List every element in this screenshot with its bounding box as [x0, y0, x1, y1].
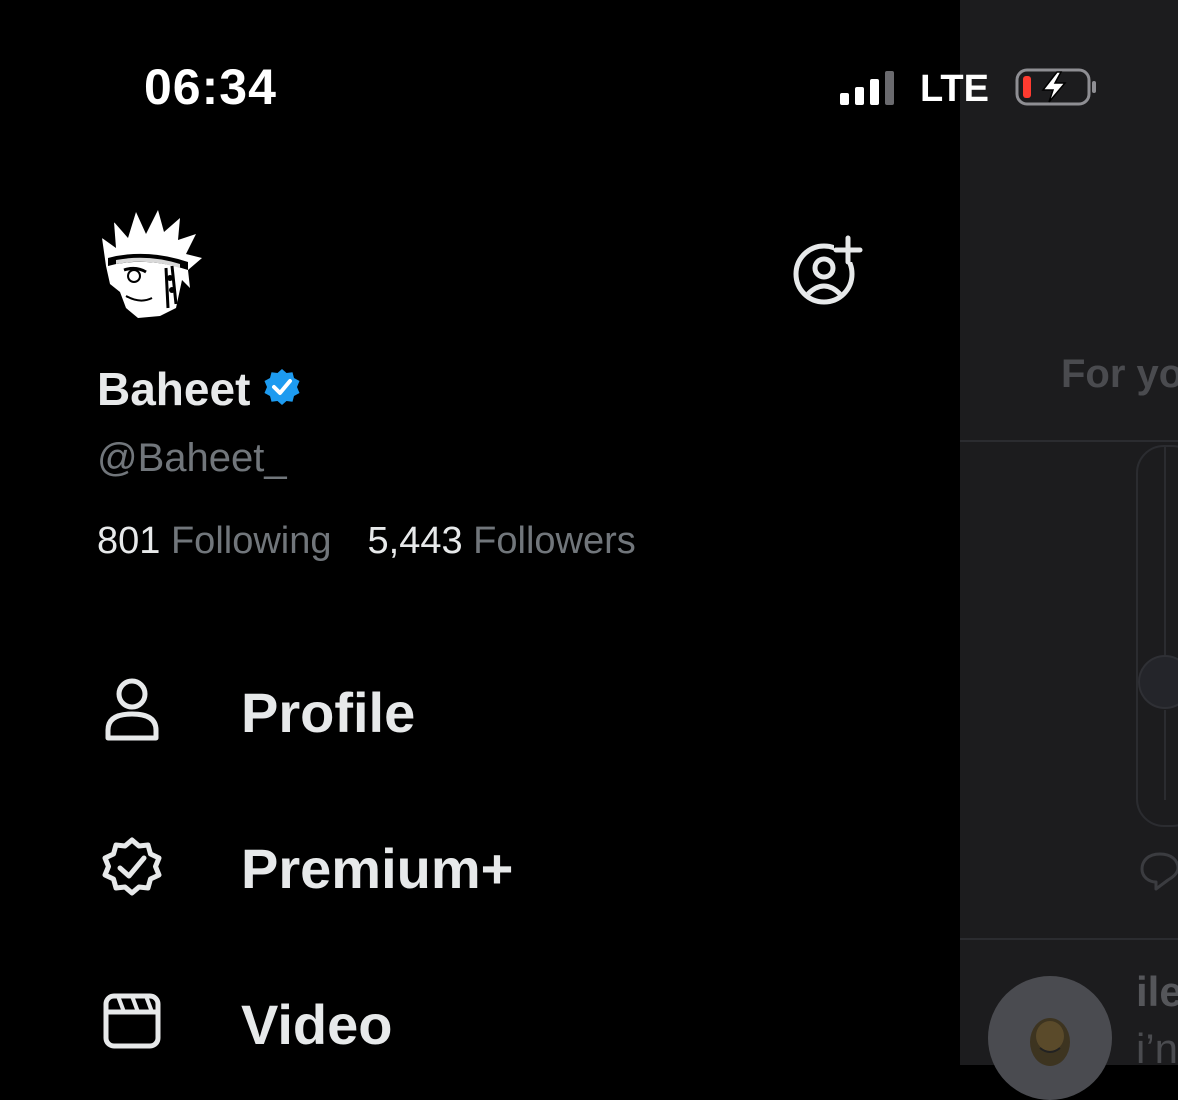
post-text: i’n	[1136, 1025, 1178, 1072]
side-drawer: 06:34 LTE Baheet @Baheet_ 801 Following …	[0, 0, 1096, 1065]
status-indicators: LTE	[838, 66, 1099, 113]
following-label: Following	[170, 520, 332, 562]
menu-item-premium[interactable]: Premium+	[96, 830, 513, 902]
profile-name-row[interactable]: Baheet	[97, 362, 302, 416]
divider	[960, 938, 1178, 940]
profile-name[interactable]: Baheet	[97, 362, 250, 416]
video-clapper-icon	[96, 986, 168, 1058]
following-count: 801	[97, 520, 161, 562]
status-time: 06:34	[144, 59, 277, 115]
reply-icon[interactable]	[1138, 848, 1178, 897]
add-account-icon[interactable]	[790, 234, 866, 310]
background-feed[interactable]: For yo ile i’n	[960, 0, 1178, 1100]
post-author-name: ile	[1136, 968, 1178, 1015]
divider	[960, 440, 1178, 442]
avatar[interactable]	[96, 208, 208, 320]
post-media-card[interactable]	[1136, 445, 1178, 827]
network-type: LTE	[920, 68, 989, 110]
following-link[interactable]: 801 Following	[97, 520, 332, 563]
verified-badge-icon	[96, 830, 168, 902]
thread-line	[1164, 710, 1166, 800]
menu-item-profile[interactable]: Profile	[96, 672, 415, 744]
verified-badge-icon	[262, 367, 302, 412]
menu-item-label: Premium+	[241, 837, 514, 900]
followers-link[interactable]: 5,443 Followers	[368, 520, 636, 563]
post-author-avatar[interactable]	[988, 976, 1112, 1100]
profile-handle: @Baheet_	[97, 436, 287, 480]
menu-item-video[interactable]: Video	[96, 986, 392, 1058]
tab-for-you[interactable]: For yo	[1061, 352, 1178, 397]
followers-label: Followers	[473, 520, 636, 562]
person-icon	[96, 672, 168, 744]
signal-bars-icon	[838, 67, 898, 112]
followers-count: 5,443	[367, 520, 463, 562]
menu-item-label: Profile	[241, 681, 416, 744]
menu-item-label: Video	[241, 993, 393, 1056]
battery-charging-icon	[1015, 66, 1099, 113]
follow-counts: 801 Following 5,443 Followers	[97, 520, 636, 563]
